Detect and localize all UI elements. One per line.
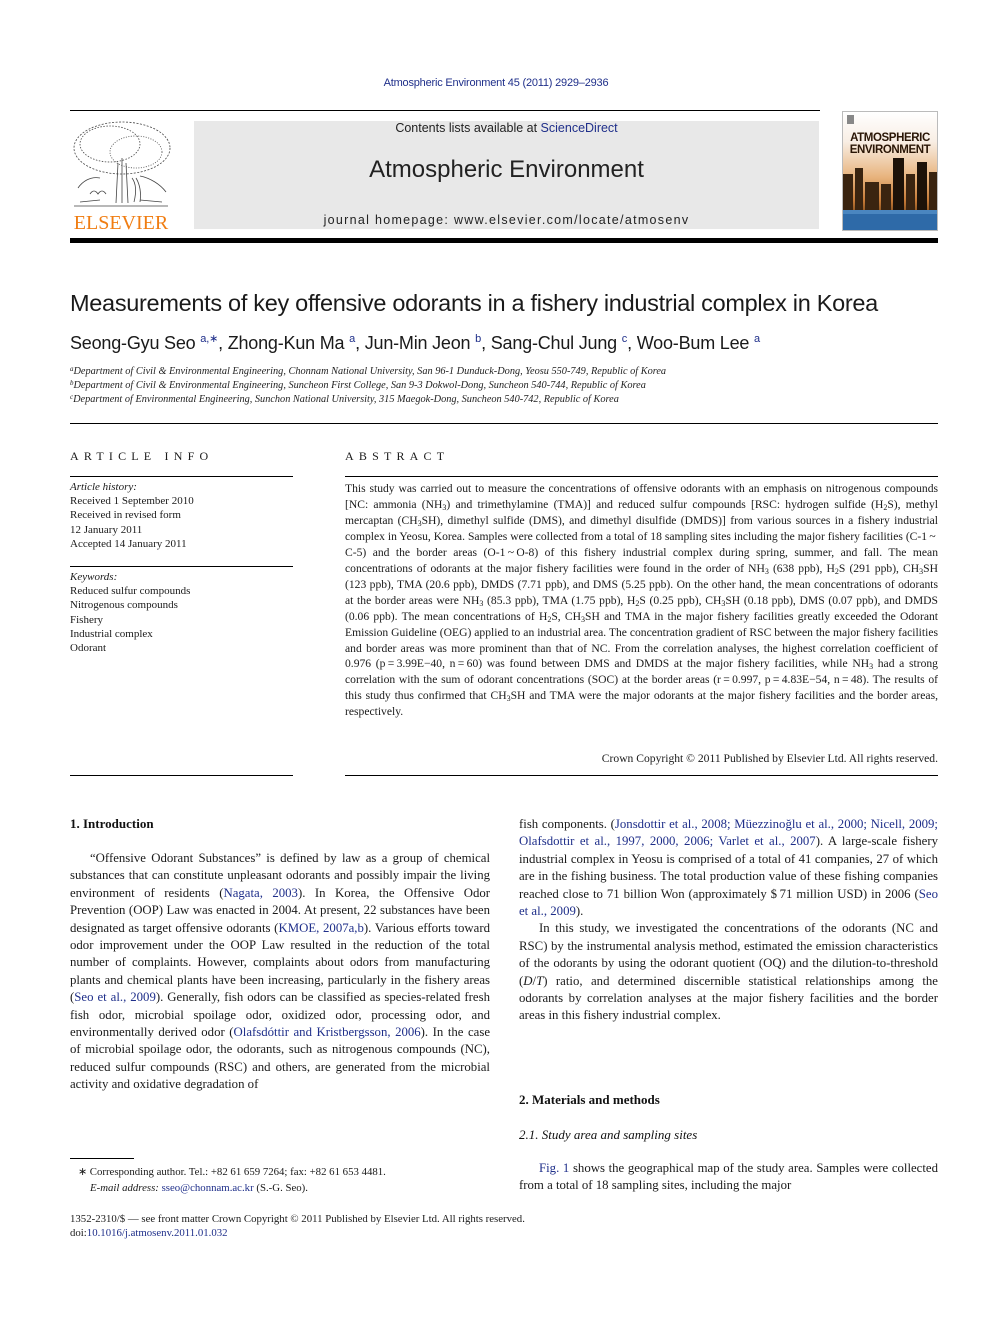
affiliation-text: Department of Civil & Environmental Engi… xyxy=(73,366,667,377)
article-title: Measurements of key offensive odorants i… xyxy=(70,290,878,316)
keyword-item: Nitrogenous compounds xyxy=(70,599,178,612)
article-info-rule xyxy=(70,566,293,567)
section-heading-introduction: 1. Introduction xyxy=(70,816,154,831)
article-info-rule xyxy=(70,476,293,477)
history-item: 12 January 2011 xyxy=(70,523,143,536)
chemical-subscript: 2 xyxy=(834,566,839,576)
citation-link[interactable]: Fig. 1 xyxy=(539,1161,569,1175)
keyword-item: Industrial complex xyxy=(70,627,153,640)
history-item: Accepted 14 January 2011 xyxy=(70,537,187,550)
keyword-item: Fishery xyxy=(70,613,103,626)
chemical-subscript: 3 xyxy=(479,598,484,608)
chemical-subscript: 2 xyxy=(547,614,552,624)
header-top-rule xyxy=(70,110,820,111)
chemical-subscript: 3 xyxy=(442,502,447,512)
abstract-rule xyxy=(345,476,938,477)
affiliation: bDepartment of Civil & Environmental Eng… xyxy=(70,380,950,392)
doi-line: doi:10.1016/j.atmosenv.2011.01.032 xyxy=(70,1226,228,1241)
article-history-label: Article history: xyxy=(70,481,137,493)
author-affiliation-mark[interactable]: a xyxy=(754,333,760,345)
dt-ratio-symbol: T xyxy=(536,973,544,988)
elsevier-wordmark: ELSEVIER xyxy=(73,212,169,234)
citation-link[interactable]: Olafsdóttir and Kristbergsson, 2006 xyxy=(234,1025,421,1039)
email-link[interactable]: sseo@chonnam.ac.kr xyxy=(162,1182,254,1194)
chemical-subscript: 3 xyxy=(721,598,726,608)
email-suffix: (S.-G. Seo). xyxy=(253,1182,308,1194)
citation-link[interactable]: Seo et al., 2009 xyxy=(74,990,156,1004)
author-name: Jun-Min Jeon xyxy=(364,333,476,353)
journal-homepage[interactable]: journal homepage: www.elsevier.com/locat… xyxy=(194,213,819,227)
citation-link[interactable]: Seo et al., 2009 xyxy=(519,887,938,918)
article-history: Article history: Received 1 September 20… xyxy=(70,480,300,551)
header-bottom-rule xyxy=(70,238,938,243)
history-item: Received in revised form xyxy=(70,509,181,522)
author-affiliation-mark[interactable]: a,∗ xyxy=(200,333,218,345)
keyword-item: Odorant xyxy=(70,642,107,655)
author-affiliation-mark[interactable]: b xyxy=(475,333,481,345)
keyword-item: Reduced sulfur compounds xyxy=(70,585,191,598)
author-name: Seong-Gyu Seo xyxy=(70,333,201,353)
chemical-subscript: 3 xyxy=(581,614,586,624)
email-label: E-mail address: xyxy=(90,1182,162,1194)
body-paragraph: Fig. 1 shows the geographical map of the… xyxy=(519,1161,938,1193)
history-item: Received 1 September 2010 xyxy=(70,495,194,508)
contents-availability: Contents lists available at ScienceDirec… xyxy=(194,121,819,135)
abstract-heading: ABSTRACT xyxy=(345,449,450,463)
cover-city-skyline xyxy=(843,158,937,212)
affiliation-text: Department of Civil & Environmental Engi… xyxy=(73,380,646,391)
chemical-subscript: 2 xyxy=(635,598,640,608)
subsection-heading-study-area: 2.1. Study area and sampling sites xyxy=(519,1127,698,1142)
abstract-rule xyxy=(345,775,938,776)
email-note: E-mail address: sseo@chonnam.ac.kr (S.-G… xyxy=(90,1181,308,1196)
body-paragraph: “Offensive Odorant Substances” is define… xyxy=(70,851,491,1092)
body-column-right: fish components. (Jonsdottir et al., 200… xyxy=(519,816,938,1025)
citation-link[interactable]: KMOE, 2007a,b xyxy=(278,921,363,935)
affiliation: cDepartment of Environmental Engineering… xyxy=(70,394,950,406)
doi-link[interactable]: 10.1016/j.atmosenv.2011.01.032 xyxy=(87,1227,228,1239)
keywords-label: Keywords: xyxy=(70,571,118,583)
body-column-right: Fig. 1 shows the geographical map of the… xyxy=(519,1160,938,1195)
section-heading-materials-methods: 2. Materials and methods xyxy=(519,1092,660,1107)
contents-prefix: Contents lists available at xyxy=(395,121,541,135)
author-name: Woo-Bum Lee xyxy=(636,333,755,353)
chemical-subscript: 3 xyxy=(506,694,511,704)
author-name: Sang-Chul Jung xyxy=(490,333,622,353)
cover-publisher-mark xyxy=(847,115,854,124)
footnote-rule xyxy=(70,1158,134,1159)
dt-ratio-symbol: D xyxy=(523,973,533,988)
citation-link[interactable]: Jonsdottir et al., 2008; Müezzinoğlu et … xyxy=(519,817,938,848)
body-paragraph: In this study, we investigated the conce… xyxy=(519,921,938,1023)
cover-title-line: ENVIRONMENT xyxy=(849,144,931,156)
chemical-subscript: 3 xyxy=(417,518,422,528)
body-paragraph: fish components. (Jonsdottir et al., 200… xyxy=(519,817,938,919)
title-block-rule xyxy=(70,423,938,424)
author-affiliation-mark[interactable]: c xyxy=(622,333,628,345)
affiliation-text: Department of Environmental Engineering,… xyxy=(73,394,619,405)
affiliation: aDepartment of Civil & Environmental Eng… xyxy=(70,366,950,378)
article-info-rule xyxy=(70,775,293,776)
cover-title-line: ATMOSPHERIC xyxy=(850,132,930,144)
abstract-copyright: Crown Copyright © 2011 Published by Else… xyxy=(601,752,938,765)
doi-label: doi: xyxy=(70,1227,87,1239)
author-name: Zhong-Kun Ma xyxy=(227,333,350,353)
chemical-subscript: 3 xyxy=(919,566,924,576)
journal-citation-link[interactable]: Atmospheric Environment 45 (2011) 2929–2… xyxy=(0,77,992,89)
journal-title: Atmospheric Environment xyxy=(369,156,644,183)
author-list: Seong-Gyu Seo a,∗, Zhong-Kun Ma a, Jun-M… xyxy=(70,333,760,353)
cover-title: ATMOSPHERIC ENVIRONMENT xyxy=(843,132,937,156)
keywords: Keywords: Reduced sulfur compounds Nitro… xyxy=(70,570,300,655)
article-info-heading: ARTICLE INFO xyxy=(70,449,214,463)
citation-link[interactable]: Nagata, 2003 xyxy=(223,886,298,900)
author-affiliation-mark[interactable]: a xyxy=(349,333,355,345)
body-column-left: “Offensive Odorant Substances” is define… xyxy=(70,850,490,1094)
journal-cover-image: ATMOSPHERIC ENVIRONMENT xyxy=(842,111,938,231)
sciencedirect-link[interactable]: ScienceDirect xyxy=(541,121,618,135)
abstract-text: This study was carried out to measure th… xyxy=(345,482,938,719)
chemical-subscript: 2 xyxy=(883,502,888,512)
issn-line: 1352-2310/$ — see front matter Crown Cop… xyxy=(70,1213,525,1225)
corresponding-author-note: ∗ Corresponding author. Tel.: +82 61 659… xyxy=(78,1166,386,1178)
chemical-subscript: 3 xyxy=(869,662,874,672)
chemical-subscript: 3 xyxy=(764,566,769,576)
